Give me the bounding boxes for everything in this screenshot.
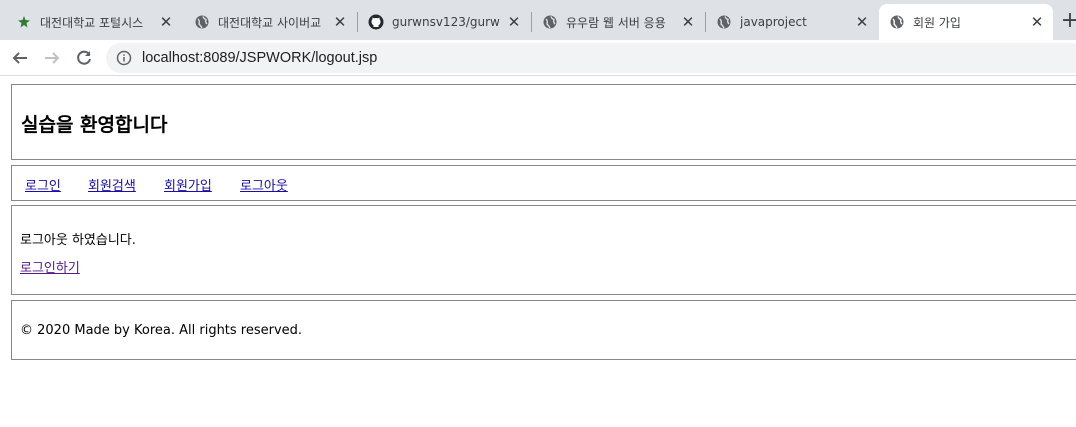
tab-yuuram-web[interactable]: 유우람 웹 서버 응용 ✕	[532, 4, 704, 40]
tab-javaproject[interactable]: javaproject ✕	[706, 4, 878, 40]
page-nav: 로그인 회원검색 회원가입 로그아웃	[11, 165, 1076, 201]
close-icon[interactable]: ✕	[158, 13, 174, 31]
tab-title: 대전대학교 포털시스	[40, 15, 144, 30]
tab-daejeon-portal[interactable]: 대전대학교 포털시스 ✕	[6, 4, 182, 40]
globe-icon	[194, 14, 210, 30]
globe-icon	[542, 14, 558, 30]
tab-title: 유우람 웹 서버 응용	[566, 15, 666, 30]
login-link[interactable]: 로그인하기	[20, 257, 80, 276]
close-icon[interactable]: ✕	[1029, 13, 1045, 31]
tab-title: 대전대학교 사이버교	[218, 15, 322, 30]
page-header: 실습을 환영합니다	[11, 84, 1076, 160]
logout-message: 로그아웃 하였습니다.	[20, 233, 136, 248]
tab-title: 회원 가입	[913, 15, 961, 30]
close-icon[interactable]: ✕	[332, 13, 348, 31]
globe-icon	[716, 14, 732, 30]
nav-link-logout[interactable]: 로그아웃	[240, 175, 288, 194]
address-url: localhost:8089/JSPWORK/logout.jsp	[142, 50, 378, 66]
close-icon[interactable]: ✕	[506, 13, 522, 31]
copyright-text: © 2020 Made by Korea. All rights reserve…	[20, 323, 303, 338]
tab-github[interactable]: gurwnsv123/gurwns ✕	[358, 4, 530, 40]
forward-arrow-icon	[45, 52, 60, 64]
page-content: 실습을 환영합니다 로그인 회원검색 회원가입 로그아웃 로그아웃 하였습니다.…	[0, 77, 1076, 427]
main-content: 로그아웃 하였습니다. 로그인하기	[11, 205, 1076, 295]
tab-daejeon-cyber[interactable]: 대전대학교 사이버교 ✕	[184, 4, 356, 40]
close-icon[interactable]: ✕	[854, 13, 870, 31]
page-title: 실습을 환영합니다	[21, 114, 168, 136]
tab-strip: 대전대학교 포털시스 ✕ 대전대학교 사이버교 ✕ gurwnsv123/gur…	[0, 0, 1076, 40]
university-favicon-icon	[16, 14, 32, 30]
globe-icon	[889, 14, 905, 30]
reload-button[interactable]	[70, 44, 98, 72]
back-button[interactable]	[6, 44, 34, 72]
info-icon[interactable]	[116, 50, 132, 66]
forward-button[interactable]	[38, 44, 66, 72]
github-icon	[368, 14, 384, 30]
tab-title: gurwnsv123/gurwns	[392, 15, 500, 29]
address-bar[interactable]: localhost:8089/JSPWORK/logout.jsp	[106, 43, 1076, 73]
nav-link-login[interactable]: 로그인	[25, 175, 61, 194]
close-icon[interactable]: ✕	[680, 13, 696, 31]
new-tab-button[interactable]: +	[1056, 8, 1076, 36]
tab-title: javaproject	[740, 15, 807, 29]
browser-toolbar: localhost:8089/JSPWORK/logout.jsp	[0, 40, 1076, 76]
nav-link-member-search[interactable]: 회원검색	[88, 175, 136, 194]
nav-link-member-join[interactable]: 회원가입	[164, 175, 212, 194]
tab-member-join[interactable]: 회원 가입 ✕	[879, 4, 1053, 40]
reload-icon	[77, 50, 91, 65]
back-arrow-icon	[12, 52, 27, 64]
page-footer: © 2020 Made by Korea. All rights reserve…	[11, 300, 1076, 360]
